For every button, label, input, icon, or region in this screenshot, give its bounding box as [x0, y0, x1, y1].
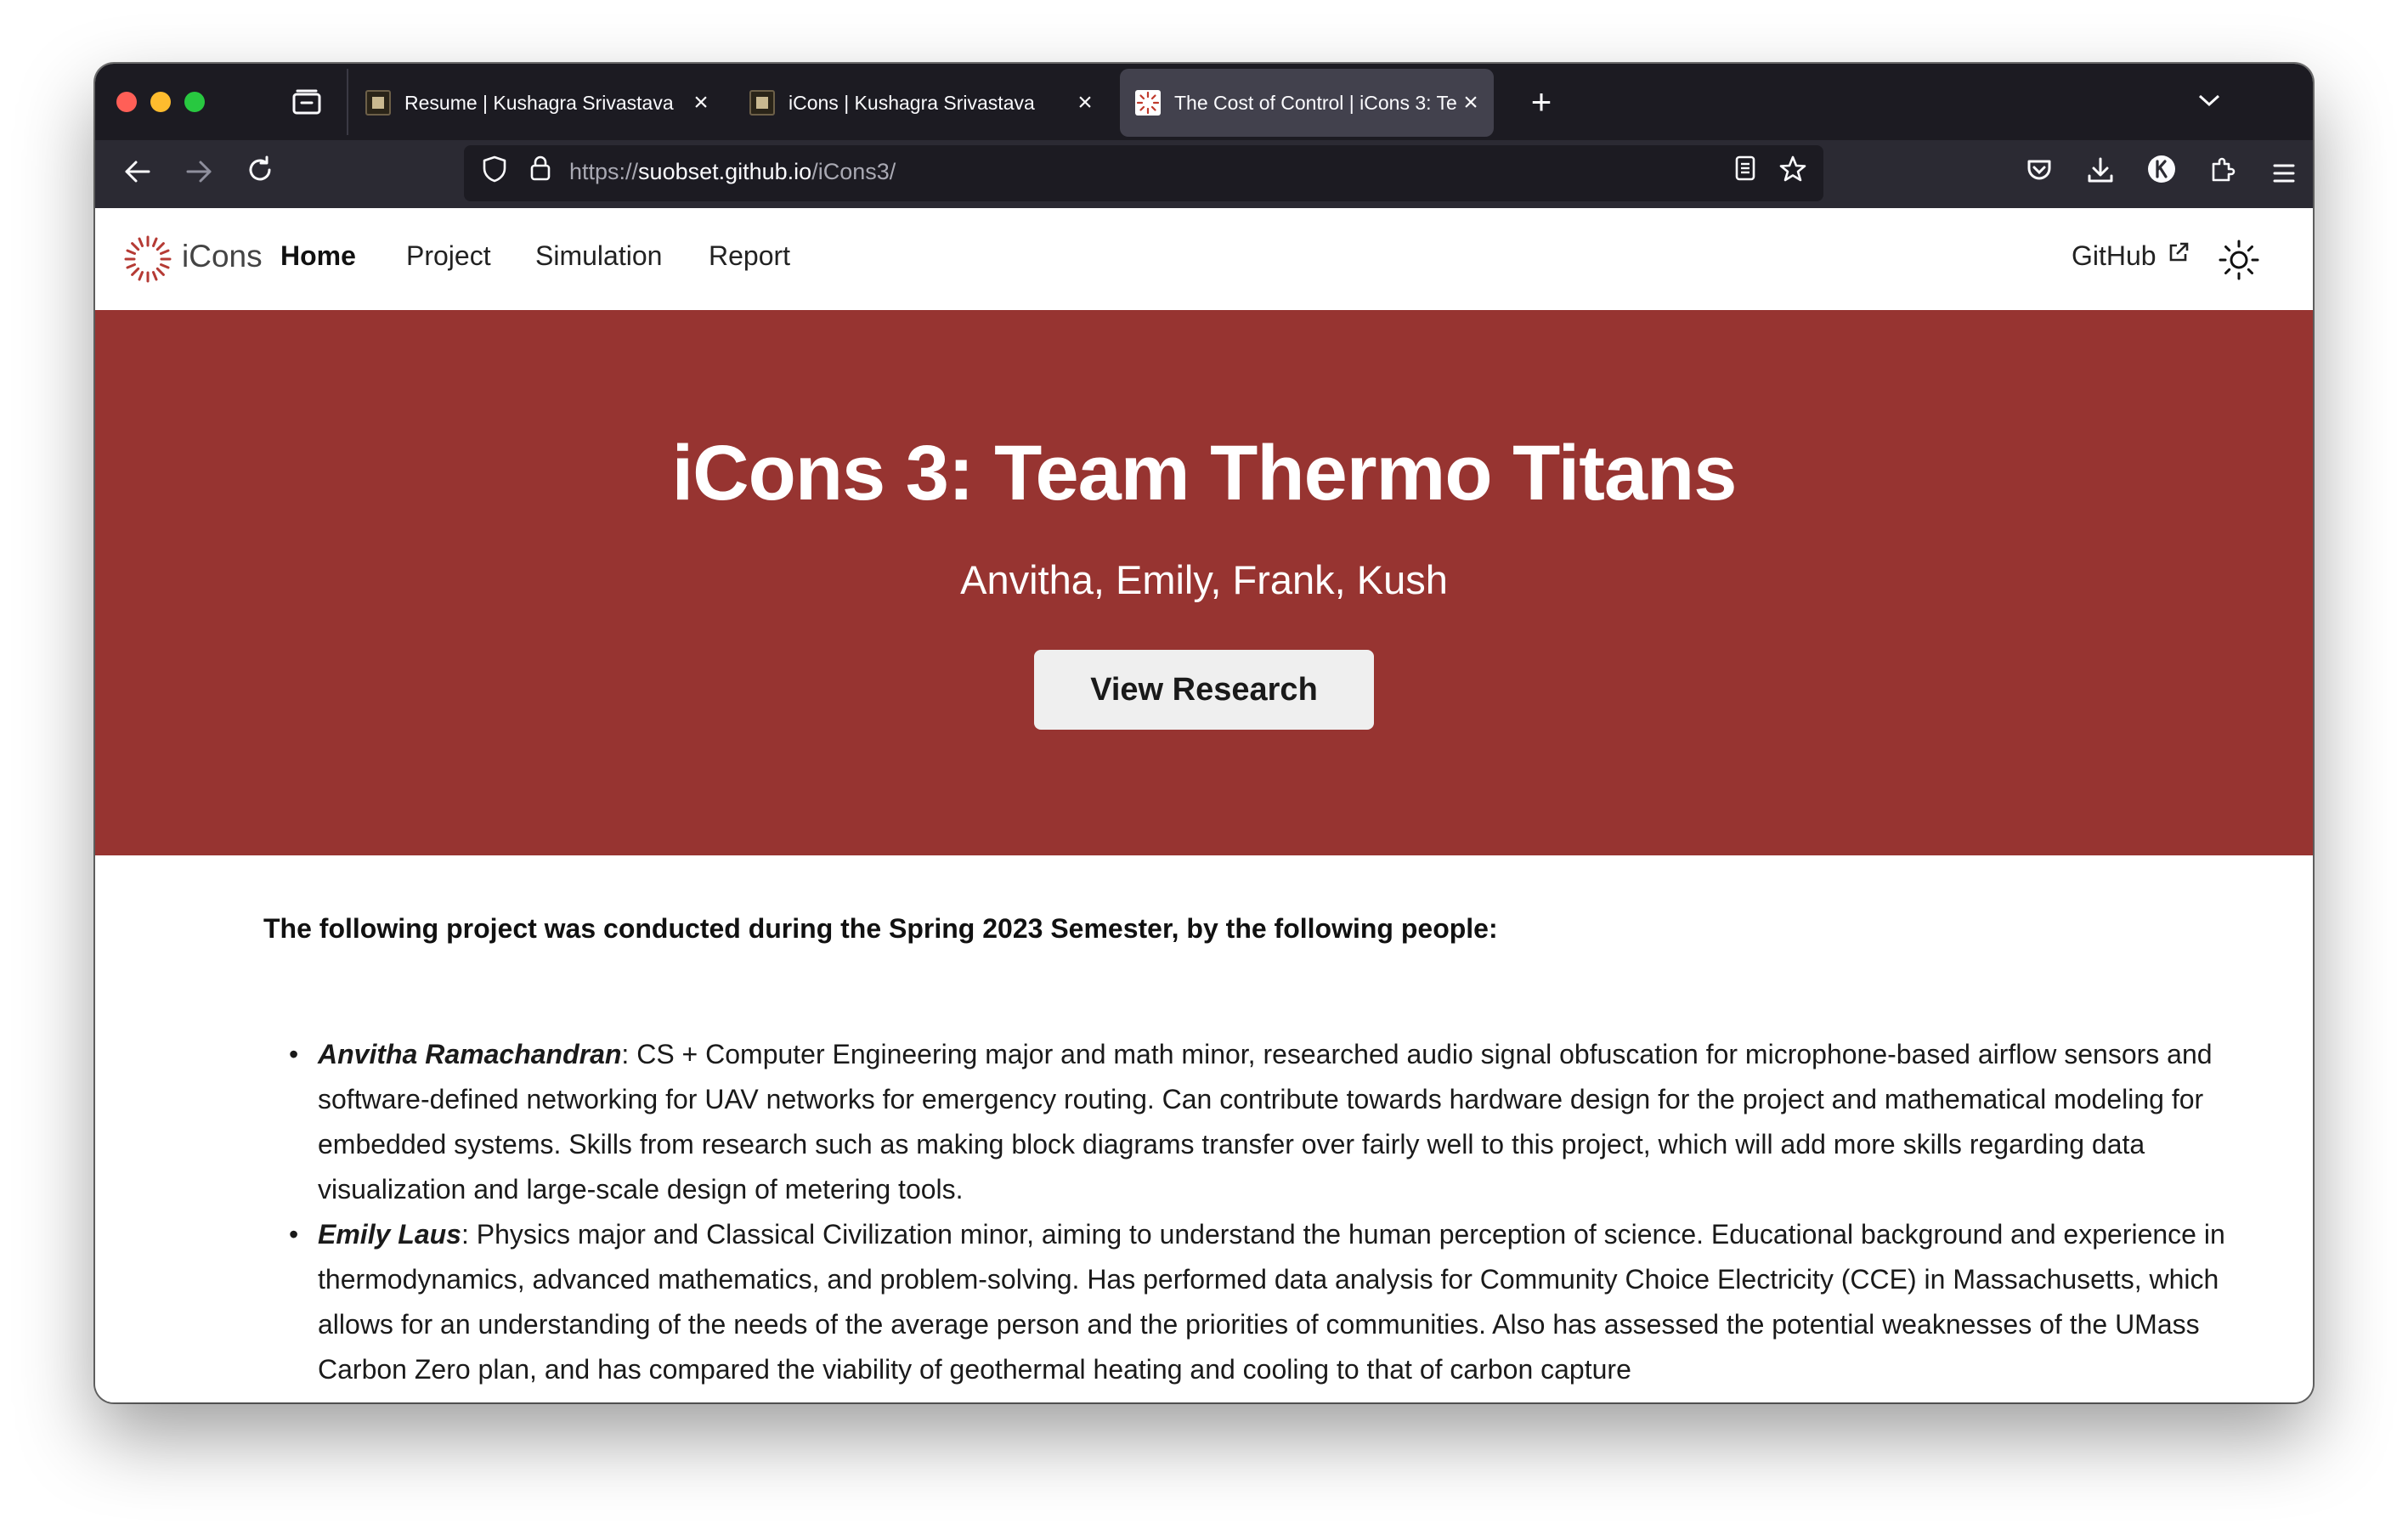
web-page: iCons Home Project Simulation Report Git…	[95, 208, 2313, 1402]
extensions-button[interactable]	[2201, 152, 2245, 196]
puzzle-piece-icon	[2212, 157, 2236, 182]
forward-button[interactable]	[177, 152, 221, 196]
brand-name[interactable]: iCons	[182, 239, 263, 274]
external-link-icon	[2170, 242, 2189, 262]
tab-close-icon[interactable]: ×	[688, 88, 714, 117]
window-zoom-button[interactable]	[184, 92, 205, 112]
tab-favicon-icon	[365, 90, 391, 116]
forward-arrow-icon	[186, 161, 212, 183]
tab-icons[interactable]: iCons | Kushagra Srivastava ×	[734, 69, 1108, 137]
bullet: •	[289, 1219, 299, 1250]
reader-view-icon[interactable]	[1727, 155, 1764, 192]
tab-close-icon[interactable]: ×	[1458, 88, 1484, 117]
back-button[interactable]	[116, 152, 160, 196]
list-item: • Emily Laus: Physics major and Classica…	[263, 1212, 2226, 1392]
tab-title: The Cost of Control | iCons 3: Te	[1174, 91, 1457, 114]
hamburger-menu-icon	[2273, 164, 2295, 183]
site-security-lock-icon[interactable]	[522, 155, 559, 192]
hero-title: iCons 3: Team Thermo Titans	[671, 430, 1738, 516]
nav-project[interactable]: Project	[406, 240, 491, 272]
nav-home[interactable]: Home	[280, 240, 356, 272]
tab-title: Resume | Kushagra Srivastava	[404, 91, 674, 114]
address-bar[interactable]: https://suobset.github.io/iCons3/	[464, 145, 1823, 201]
github-link[interactable]: GitHub	[2072, 240, 2190, 272]
url-scheme: https://	[569, 159, 639, 184]
browser-window: Resume | Kushagra Srivastava × iCons | K…	[95, 64, 2313, 1402]
view-research-button[interactable]: View Research	[1034, 650, 1374, 730]
person-name: Emily Laus	[318, 1219, 461, 1250]
account-button[interactable]	[2140, 152, 2184, 196]
tab-divider	[347, 69, 348, 135]
hero-banner: iCons 3: Team Thermo Titans Anvitha, Emi…	[95, 310, 2313, 855]
person-description: : Physics major and Classical Civilizati…	[318, 1219, 2225, 1385]
url-host: suobset.github.io	[638, 159, 812, 184]
intro-text: The following project was conducted duri…	[263, 913, 1498, 944]
back-arrow-icon	[125, 161, 150, 183]
download-icon	[2088, 157, 2113, 183]
people-list: • Anvitha Ramachandran: CS + Computer En…	[263, 1032, 2226, 1392]
url-text[interactable]: https://suobset.github.io/iCons3/	[569, 159, 896, 185]
reload-icon	[249, 155, 271, 181]
bookmark-star-icon[interactable]	[1774, 155, 1812, 192]
new-tab-button[interactable]: +	[1518, 79, 1564, 125]
tab-favicon-icon	[1135, 90, 1161, 116]
firefox-view-icon[interactable]	[289, 84, 325, 120]
pocket-icon	[2027, 160, 2051, 180]
pocket-button[interactable]	[2017, 152, 2061, 196]
icons-logo-icon[interactable]	[122, 234, 173, 285]
tab-strip: Resume | Kushagra Srivastava × iCons | K…	[95, 64, 2313, 140]
window-close-button[interactable]	[116, 92, 137, 112]
list-item: • Anvitha Ramachandran: CS + Computer En…	[263, 1032, 2226, 1212]
person-name: Anvitha Ramachandran	[318, 1039, 622, 1069]
sun-icon[interactable]	[2218, 239, 2260, 281]
list-all-tabs-icon[interactable]	[2192, 84, 2226, 118]
url-path: /iCons3/	[811, 159, 896, 184]
tab-cost-of-control[interactable]: The Cost of Control | iCons 3: Te ×	[1120, 69, 1494, 137]
tab-title: iCons | Kushagra Srivastava	[789, 91, 1035, 114]
tracking-protection-shield-icon[interactable]	[476, 155, 513, 192]
tab-close-icon[interactable]: ×	[1072, 88, 1098, 117]
downloads-button[interactable]	[2078, 152, 2123, 196]
nav-report[interactable]: Report	[709, 240, 790, 272]
shield-icon	[483, 155, 506, 183]
site-navbar: iCons Home Project Simulation Report Git…	[95, 208, 2313, 311]
chevron-down-icon	[2198, 94, 2220, 107]
bullet: •	[289, 1039, 299, 1069]
tab-resume[interactable]: Resume | Kushagra Srivastava ×	[350, 69, 724, 137]
hero-subtitle: Anvitha, Emily, Frank, Kush	[960, 557, 1448, 602]
lock-icon	[530, 155, 551, 181]
account-avatar-icon	[2148, 155, 2175, 183]
window-minimize-button[interactable]	[150, 92, 171, 112]
firefox-view-icon-glyph	[292, 89, 321, 115]
app-menu-button[interactable]	[2262, 152, 2306, 196]
reload-button[interactable]	[238, 152, 282, 196]
reader-view-glyph	[1735, 155, 1755, 181]
star-icon	[1779, 155, 1806, 182]
tab-favicon-icon	[749, 90, 775, 116]
nav-simulation[interactable]: Simulation	[535, 240, 662, 272]
github-link-label: GitHub	[2072, 240, 2156, 271]
